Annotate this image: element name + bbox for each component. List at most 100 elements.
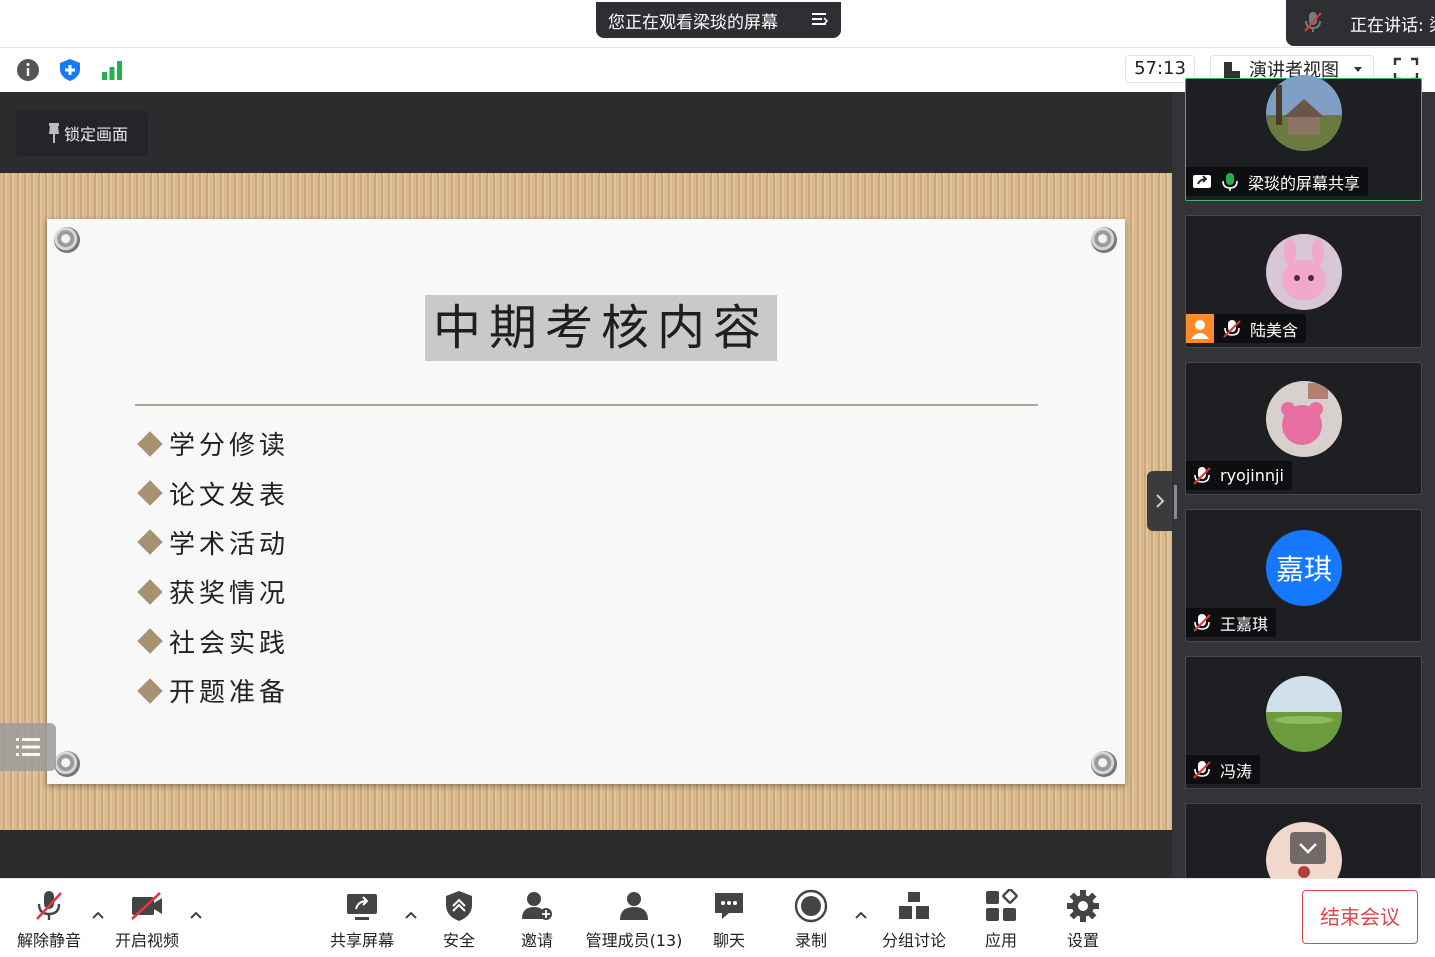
- pin-icon: [49, 123, 59, 143]
- info-icon[interactable]: [16, 58, 40, 82]
- caret-down-icon: [1354, 67, 1362, 72]
- field-photo-avatar: [1266, 676, 1342, 752]
- chevron-up-icon[interactable]: [189, 909, 203, 921]
- lock-view-button[interactable]: 锁定画面: [16, 110, 148, 156]
- participant-name-bar: 冯涛: [1186, 755, 1261, 784]
- breakout-rooms-button[interactable]: 分组讨论: [876, 879, 952, 957]
- security-shield-icon[interactable]: [58, 58, 82, 82]
- apps-label: 应用: [984, 931, 1017, 950]
- invite-label: 邀请: [520, 931, 553, 950]
- participant-name: 陆美含: [1250, 320, 1299, 340]
- avatar: [1266, 676, 1342, 752]
- screw-decoration: [1091, 227, 1117, 253]
- slide-bullet-text: 开题准备: [169, 678, 290, 709]
- chevron-up-icon[interactable]: [91, 909, 105, 921]
- settings-button[interactable]: 设置: [1060, 879, 1106, 957]
- unmute-button[interactable]: 解除静音: [14, 879, 84, 957]
- diamond-bullet-icon: [137, 677, 163, 704]
- slide-bullet: 论文发表: [137, 468, 289, 517]
- slide-bullet-text: 论文发表: [169, 480, 290, 511]
- collapse-panel-button[interactable]: [1147, 471, 1172, 531]
- pink-bear-avatar: [1266, 381, 1342, 457]
- participant-name-bar: 陆美含: [1186, 314, 1307, 343]
- screen-share-banner[interactable]: 您正在观看梁琰的屏幕: [596, 2, 841, 38]
- screen-share-text: 您正在观看梁琰的屏幕: [608, 12, 778, 33]
- add-user-icon: [522, 892, 552, 920]
- screw-decoration: [1091, 751, 1117, 777]
- mic-muted-icon: [1193, 466, 1211, 485]
- chat-button[interactable]: 聊天: [706, 879, 752, 957]
- menu-icon[interactable]: [811, 10, 829, 28]
- apps-button[interactable]: 应用: [978, 879, 1024, 957]
- chevron-up-icon[interactable]: [854, 909, 868, 921]
- manage-members-label: 管理成员(13): [585, 931, 683, 950]
- slide-bullet: 获奖情况: [137, 567, 289, 616]
- mic-muted-icon: [1304, 12, 1322, 32]
- end-meeting-button[interactable]: 结束会议: [1302, 890, 1418, 944]
- slide-outline-button[interactable]: [0, 723, 56, 771]
- breakout-rooms-icon: [899, 892, 929, 919]
- avatar: 嘉琪: [1266, 530, 1342, 606]
- participant-tile[interactable]: 冯涛: [1185, 656, 1422, 789]
- screw-decoration: [54, 227, 80, 253]
- participant-name-bar: 梁琰的屏幕共享: [1186, 167, 1369, 196]
- slide-bullet: 开题准备: [137, 666, 289, 715]
- participant-tile[interactable]: 陆美含: [1185, 215, 1422, 348]
- slide-bullet-list: 学分修读 论文发表 学术活动 获奖情况 社会实践 开题准备: [137, 419, 289, 715]
- speaking-text: 正在讲话: 梁: [1350, 15, 1435, 36]
- share-screen-label: 共享屏幕: [329, 931, 394, 950]
- slide-title: 中期考核内容: [425, 295, 778, 361]
- participant-name: ryojinnji: [1220, 466, 1284, 485]
- mic-muted-icon: [36, 891, 62, 920]
- participant-tile[interactable]: 梁琰的屏幕共享: [1185, 75, 1422, 201]
- participant-tile[interactable]: ryojinnji: [1185, 362, 1422, 495]
- panel-resize-handle[interactable]: [1174, 485, 1177, 519]
- security-button[interactable]: 安全: [436, 879, 482, 957]
- diamond-bullet-icon: [137, 529, 163, 556]
- diamond-bullet-icon: [137, 430, 163, 457]
- speaking-indicator: 正在讲话: 梁: [1286, 0, 1435, 46]
- slide-bullet-text: 学分修读: [169, 431, 290, 462]
- avatar: [1266, 75, 1342, 151]
- shield-icon: [446, 891, 472, 921]
- mic-muted-icon: [1223, 319, 1241, 338]
- settings-label: 设置: [1066, 931, 1099, 950]
- lock-view-label: 锁定画面: [64, 125, 129, 144]
- screen-share-icon: [1193, 174, 1211, 188]
- apps-icon: [986, 889, 1018, 921]
- participant-name: 王嘉琪: [1220, 614, 1269, 634]
- chevron-up-icon[interactable]: [404, 909, 418, 921]
- presentation-slide: 中期考核内容 学分修读 论文发表 学术活动 获奖情况 社会实践 开题准备: [47, 219, 1125, 784]
- signal-strength-icon[interactable]: [100, 58, 124, 82]
- participant-name-bar: ryojinnji: [1186, 461, 1292, 490]
- chat-label: 聊天: [712, 931, 745, 950]
- slide-bullet-text: 学术活动: [169, 529, 290, 560]
- meeting-window: 您正在观看梁琰的屏幕 正在讲话: 梁 57:13 演讲者视图: [0, 0, 1435, 957]
- share-screen-button[interactable]: 共享屏幕: [326, 879, 398, 957]
- mic-muted-icon: [1193, 760, 1211, 779]
- scroll-down-icon[interactable]: [1290, 832, 1326, 864]
- start-video-label: 开启视频: [114, 931, 179, 950]
- avatar: [1266, 381, 1342, 457]
- slide-bullet-text: 社会实践: [169, 628, 290, 659]
- record-button[interactable]: 录制: [788, 879, 834, 957]
- list-icon: [16, 738, 40, 756]
- mic-muted-icon: [1193, 613, 1211, 632]
- slide-bullet-text: 获奖情况: [169, 579, 290, 610]
- participant-tile[interactable]: 嘉琪 王嘉琪: [1185, 509, 1422, 642]
- start-video-button[interactable]: 开启视频: [112, 879, 182, 957]
- mic-active-icon: [1222, 172, 1238, 191]
- avatar: [1266, 234, 1342, 310]
- members-icon: [620, 892, 648, 920]
- bottom-toolbar: 解除静音 开启视频 共享屏幕 安全 邀请 管理成员(13) 聊天 录制 分组讨论…: [0, 878, 1435, 957]
- house-photo-avatar: [1266, 75, 1342, 151]
- manage-members-button[interactable]: 管理成员(13): [584, 879, 684, 957]
- participant-name: 冯涛: [1220, 761, 1253, 781]
- share-screen-icon: [347, 894, 377, 920]
- invite-button[interactable]: 邀请: [514, 879, 560, 957]
- record-icon: [794, 889, 828, 923]
- slide-divider: [135, 404, 1038, 406]
- speaker-view-icon: [1224, 62, 1240, 78]
- security-label: 安全: [442, 931, 475, 950]
- camera-off-icon: [131, 892, 162, 920]
